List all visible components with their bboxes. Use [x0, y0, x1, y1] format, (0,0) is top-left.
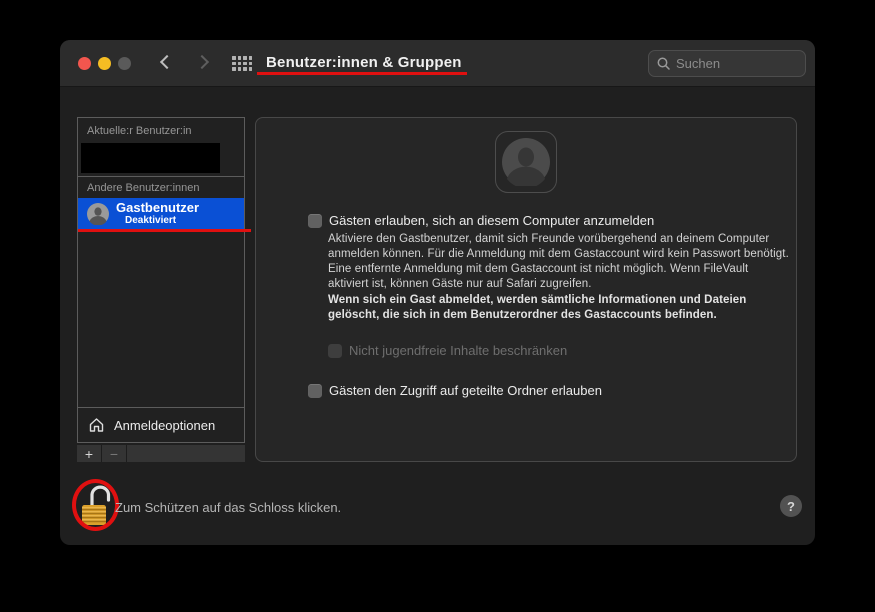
- restrict-content-label: Nicht jugendfreie Inhalte beschränken: [349, 343, 568, 358]
- show-all-grid-icon[interactable]: [232, 56, 252, 71]
- search-icon: [657, 57, 670, 70]
- remove-user-button: −: [102, 445, 127, 462]
- shared-folders-label: Gästen den Zugriff auf geteilte Ordner e…: [329, 383, 602, 398]
- search-field[interactable]: [648, 50, 806, 77]
- shared-folders-checkbox[interactable]: [308, 384, 322, 398]
- annotation-title-underline: [257, 72, 467, 75]
- zoom-button[interactable]: [118, 57, 131, 70]
- sidebar-item-guest-user[interactable]: Gastbenutzer Deaktiviert: [78, 198, 244, 229]
- home-icon: [89, 418, 104, 432]
- guest-user-settings-panel: Gästen erlauben, sich an diesem Computer…: [255, 117, 797, 462]
- login-options-label: Anmeldeoptionen: [114, 417, 216, 433]
- lock-hint-text: Zum Schützen auf das Schloss klicken.: [115, 500, 342, 515]
- forward-chevron-icon[interactable]: [194, 54, 210, 70]
- annotation-lock-circle: [72, 479, 119, 531]
- guest-avatar-placeholder: [495, 131, 557, 193]
- guest-warning-text: Wenn sich ein Gast abmeldet, werden sämt…: [328, 294, 747, 321]
- users-groups-window: Benutzer:innen & Gruppen Aktuelle:r Benu…: [60, 40, 815, 545]
- screenshot-stage: Benutzer:innen & Gruppen Aktuelle:r Benu…: [0, 0, 875, 612]
- user-list-sidebar: Aktuelle:r Benutzer:in Andere Benutzer:i…: [77, 117, 245, 443]
- add-user-button[interactable]: +: [77, 445, 102, 462]
- allow-guest-login-checkbox[interactable]: [308, 214, 322, 228]
- titlebar: Benutzer:innen & Gruppen: [60, 40, 815, 87]
- guest-user-avatar-icon: [87, 202, 109, 225]
- current-user-header: Aktuelle:r Benutzer:in: [87, 125, 192, 137]
- close-button[interactable]: [78, 57, 91, 70]
- guest-description-text: Aktiviere den Gastbenutzer, damit sich F…: [328, 233, 789, 290]
- minimize-button[interactable]: [98, 57, 111, 70]
- person-avatar-icon: [502, 138, 550, 186]
- restrict-content-checkbox: [328, 344, 342, 358]
- allow-guest-login-label: Gästen erlauben, sich an diesem Computer…: [329, 213, 655, 228]
- help-button[interactable]: ?: [780, 495, 802, 517]
- other-users-header: Andere Benutzer:innen: [87, 182, 200, 194]
- redacted-current-user-row[interactable]: [81, 143, 220, 173]
- sidebar-item-login-options[interactable]: Anmeldeoptionen: [78, 408, 244, 442]
- toolbar-spacer: [127, 445, 245, 462]
- sidebar-divider: [78, 176, 244, 177]
- search-input[interactable]: [676, 56, 797, 71]
- guest-user-status: Deaktiviert: [125, 215, 177, 226]
- user-list-toolbar: + −: [77, 445, 245, 462]
- back-chevron-icon[interactable]: [159, 54, 175, 70]
- page-title: Benutzer:innen & Gruppen: [266, 54, 462, 71]
- annotation-guest-underline: [78, 229, 251, 232]
- guest-user-name: Gastbenutzer: [116, 200, 200, 215]
